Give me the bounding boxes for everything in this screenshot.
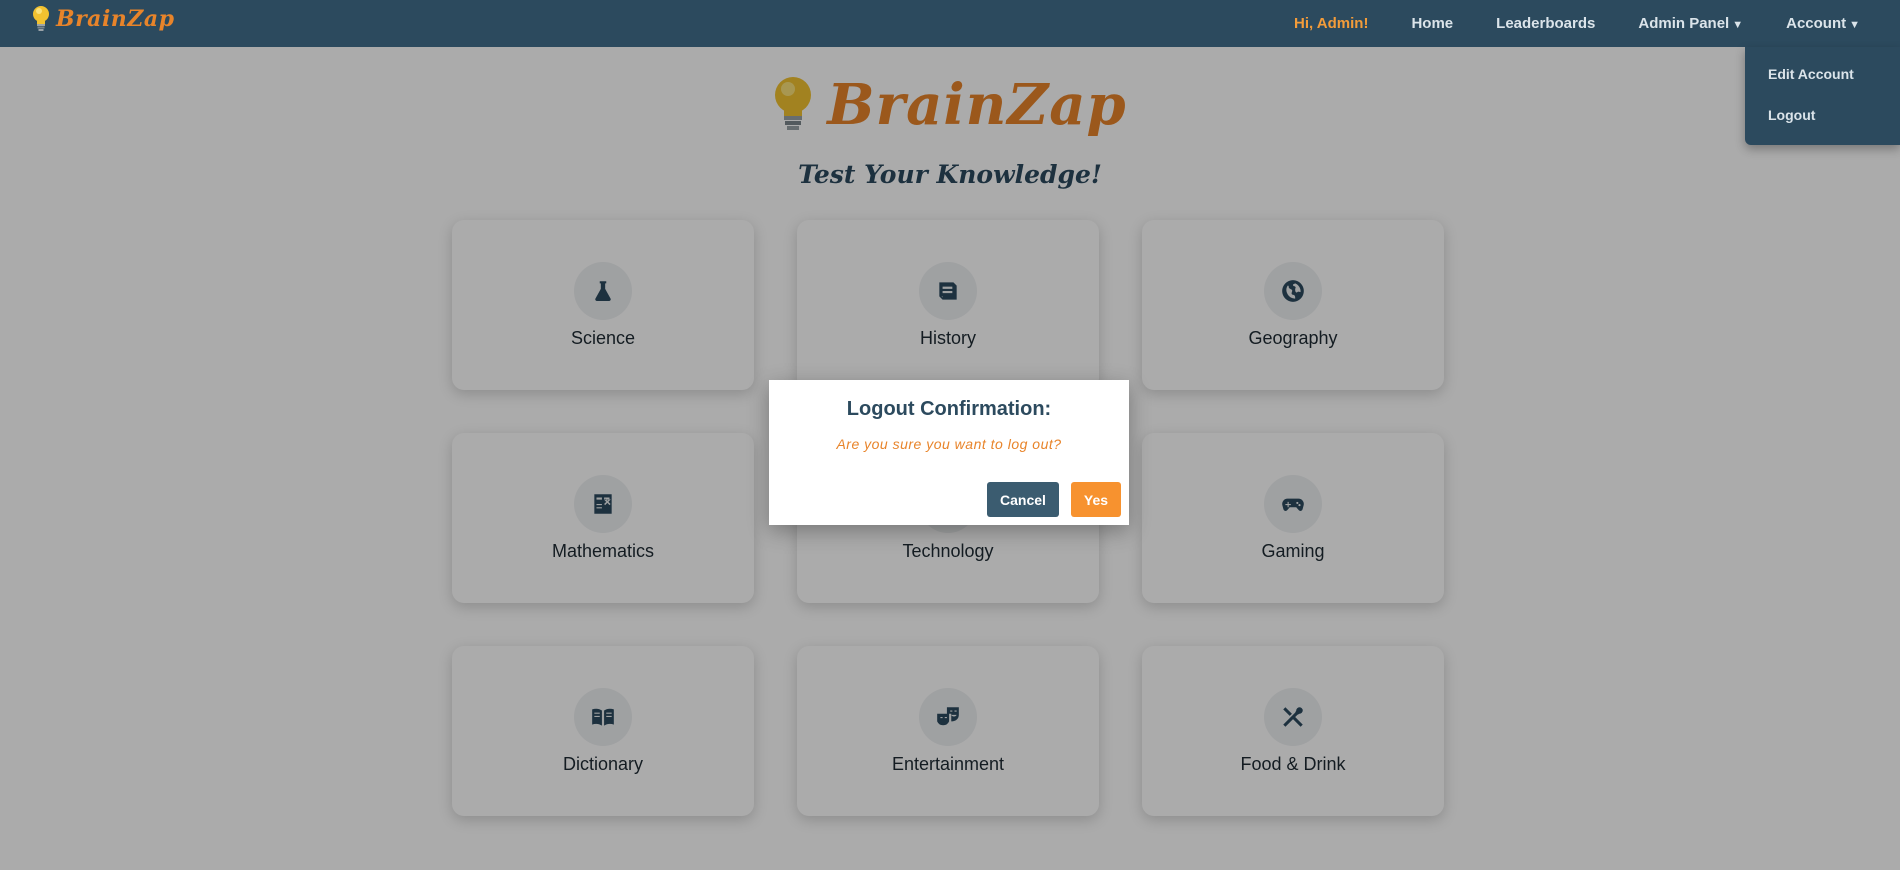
top-navbar: BrainZap Hi, Admin! Home Leaderboards Ad…: [0, 0, 1900, 47]
user-greeting: Hi, Admin!: [1294, 15, 1369, 32]
nav-links: Hi, Admin! Home Leaderboards Admin Panel…: [1294, 0, 1860, 47]
brand-logo[interactable]: BrainZap: [32, 5, 175, 33]
confirm-logout-button[interactable]: Yes: [1071, 482, 1121, 517]
lightbulb-icon: [33, 6, 49, 31]
chevron-down-icon: ▼: [1849, 19, 1860, 31]
cancel-button[interactable]: Cancel: [987, 482, 1059, 517]
menu-item-edit-account[interactable]: Edit Account: [1745, 64, 1900, 105]
nav-home[interactable]: Home: [1411, 15, 1453, 32]
account-dropdown-menu: Edit Account Logout: [1745, 47, 1900, 145]
dialog-title: Logout Confirmation:: [846, 398, 1052, 420]
nav-admin-panel-label: Admin Panel: [1638, 15, 1730, 32]
dialog-message: Are you sure you want to log out?: [836, 436, 1062, 452]
menu-item-logout[interactable]: Logout: [1745, 105, 1900, 146]
nav-account-label: Account: [1786, 15, 1847, 32]
nav-account[interactable]: Account ▼: [1786, 15, 1860, 32]
chevron-down-icon: ▼: [1732, 19, 1744, 31]
brand-name: BrainZap: [56, 6, 175, 32]
logout-confirmation-dialog: Logout Confirmation: Are you sure you wa…: [769, 380, 1129, 525]
nav-leaderboards[interactable]: Leaderboards: [1496, 15, 1595, 32]
nav-admin-panel[interactable]: Admin Panel ▼: [1638, 15, 1743, 32]
